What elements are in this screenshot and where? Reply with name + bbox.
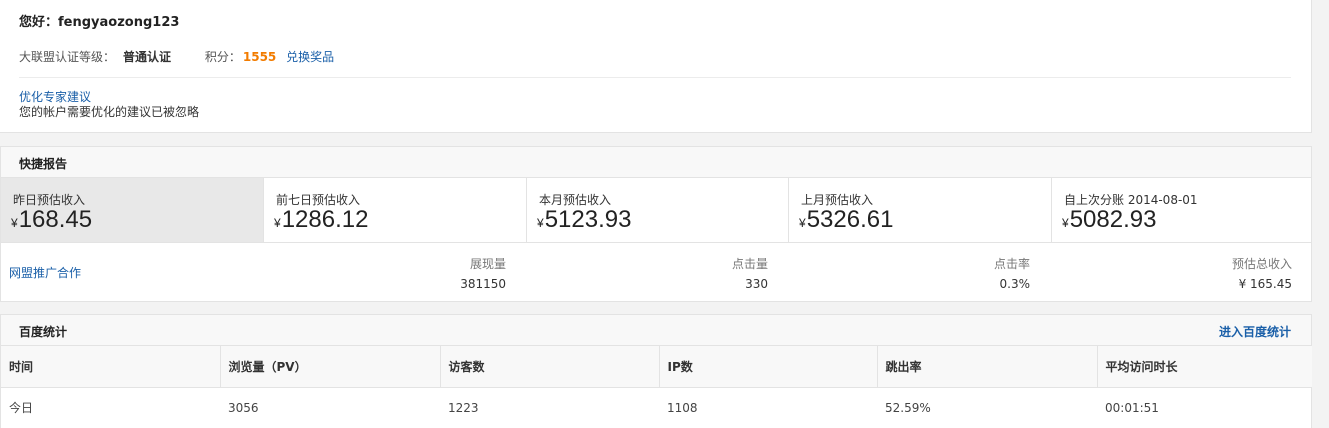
union-promotion-link[interactable]: 网盟推广合作 — [9, 264, 81, 281]
card-this-month[interactable]: 本月预估收入 ¥5123.93 — [527, 178, 789, 242]
currency-symbol: ¥ — [1062, 216, 1069, 230]
table-cell: 00:01:51 — [1105, 400, 1159, 415]
table-cell: 1108 — [667, 400, 698, 415]
table-header-row: 时间 浏览量（PV） 访客数 IP数 跳出率 平均访问时长 — [1, 346, 1312, 388]
table-cell: 1223 — [448, 400, 479, 415]
revenue-cards: 昨日预估收入 ¥168.45 前七日预估收入 ¥1286.12 本月预估收入 ¥… — [1, 178, 1311, 243]
card-value: ¥5326.61 — [799, 206, 894, 233]
baidu-stats-title: 百度统计 — [19, 325, 68, 339]
level-value: 普通认证 — [123, 50, 172, 64]
level-label: 大联盟认证等级： — [19, 50, 116, 64]
page-scrollbar[interactable] — [1312, 0, 1329, 428]
enter-baidu-stats-link[interactable]: 进入百度统计 — [1219, 323, 1291, 340]
greeting: 您好：fengyaozong123 — [19, 15, 180, 30]
baidu-stats-table: 时间 浏览量（PV） 访客数 IP数 跳出率 平均访问时长 今日 3056 12… — [1, 346, 1312, 428]
table-cell: 52.59% — [885, 400, 931, 415]
table-cell: 3056 — [228, 400, 259, 415]
card-value: ¥1286.12 — [274, 206, 369, 233]
column-header: 跳出率 — [877, 346, 1098, 388]
currency-symbol: ¥ — [537, 216, 544, 230]
card-yesterday[interactable]: 昨日预估收入 ¥168.45 — [1, 178, 264, 242]
metric-value: ¥ 165.45 — [1238, 277, 1292, 291]
optimize-suggestion-text: 您的帐户需要优化的建议已被忽略 — [19, 105, 200, 119]
quick-report-header: 快捷报告 — [1, 147, 1311, 178]
divider — [19, 77, 1291, 78]
quick-report-panel: 快捷报告 昨日预估收入 ¥168.45 前七日预估收入 ¥1286.12 本月预… — [0, 146, 1312, 302]
table-row: 今日 3056 1223 1108 52.59% 00:01:51 — [1, 387, 1312, 428]
baidu-stats-panel: 百度统计 进入百度统计 时间 浏览量（PV） 访客数 IP数 跳出率 平均访问时… — [0, 314, 1312, 428]
metric-total-revenue: 预估总收入 ¥ 165.45 — [1232, 255, 1292, 291]
column-header: IP数 — [659, 346, 878, 388]
quick-report-title: 快捷报告 — [19, 157, 68, 171]
account-summary-panel: 您好：fengyaozong123 大联盟认证等级： 普通认证 积分： 1555 兑… — [0, 0, 1312, 133]
redeem-link[interactable]: 兑换奖品 — [286, 50, 334, 64]
card-value: ¥5123.93 — [537, 206, 632, 233]
currency-symbol: ¥ — [799, 216, 806, 230]
card-since-last-settlement[interactable]: 自上次分账 2014-08-01 ¥5082.93 — [1052, 178, 1312, 242]
metric-value: 330 — [745, 277, 768, 291]
points-value: 1555 — [242, 50, 277, 64]
metric-value: 381150 — [460, 277, 506, 291]
points-label: 积分： — [204, 50, 241, 64]
currency-symbol: ¥ — [274, 216, 281, 230]
column-header: 访客数 — [440, 346, 660, 388]
metric-label: 点击率 — [993, 257, 1030, 271]
union-promotion-row: 网盟推广合作 展现量 381150 点击量 330 点击率 0.3% 预估总收入… — [1, 243, 1311, 302]
table-cell: 今日 — [9, 401, 34, 416]
account-info-row: 大联盟认证等级： 普通认证 积分： 1555 兑换奖品 — [19, 48, 334, 65]
metric-impressions: 展现量 381150 — [460, 255, 506, 291]
metric-clicks: 点击量 330 — [732, 255, 768, 291]
card-last-month[interactable]: 上月预估收入 ¥5326.61 — [789, 178, 1052, 242]
metric-ctr: 点击率 0.3% — [994, 255, 1030, 291]
card-value: ¥5082.93 — [1062, 206, 1157, 233]
card-value: ¥168.45 — [11, 206, 93, 233]
metric-label: 展现量 — [469, 257, 506, 271]
column-header: 时间 — [1, 346, 221, 388]
metric-label: 预估总收入 — [1231, 257, 1292, 271]
column-header: 浏览量（PV） — [220, 346, 441, 388]
metric-label: 点击量 — [731, 257, 768, 271]
column-header: 平均访问时长 — [1097, 346, 1312, 388]
metric-value: 0.3% — [999, 277, 1031, 291]
currency-symbol: ¥ — [11, 216, 18, 230]
baidu-stats-header: 百度统计 进入百度统计 — [1, 315, 1311, 346]
card-last-7-days[interactable]: 前七日预估收入 ¥1286.12 — [264, 178, 527, 242]
